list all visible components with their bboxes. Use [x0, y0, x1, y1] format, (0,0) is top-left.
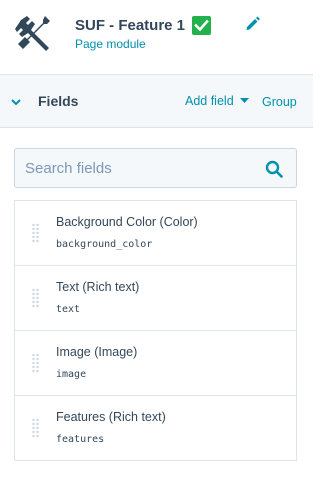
caret-down-icon: [239, 98, 249, 103]
field-label: Background Color (Color): [56, 215, 198, 229]
search-input[interactable]: [15, 149, 255, 187]
field-item-image[interactable]: Image (Image) image: [15, 331, 296, 396]
field-item-features[interactable]: Features (Rich text) features: [15, 396, 296, 461]
drag-handle-icon[interactable]: [32, 223, 39, 245]
field-name: background_color: [56, 239, 153, 250]
add-field-button[interactable]: Add field: [185, 94, 249, 108]
fields-panel-header: Fields Add field Group: [0, 74, 313, 128]
field-list: Background Color (Color) background_colo…: [14, 200, 297, 461]
field-label: Features (Rich text): [56, 410, 166, 424]
module-type-link[interactable]: Page module: [75, 37, 146, 51]
checkmark-icon: [192, 15, 212, 35]
field-item-background-color[interactable]: Background Color (Color) background_colo…: [15, 201, 296, 266]
module-title: SUF - Feature 1: [75, 16, 186, 34]
pencil-icon[interactable]: [244, 15, 261, 32]
field-name: image: [56, 369, 87, 380]
search-field-box: [14, 148, 297, 188]
add-field-label: Add field: [185, 94, 234, 108]
chevron-down-icon[interactable]: [10, 95, 22, 107]
field-name: text: [56, 304, 81, 315]
field-label: Image (Image): [56, 345, 138, 359]
fields-title: Fields: [38, 93, 79, 109]
drag-handle-icon[interactable]: [32, 418, 39, 440]
module-title-row: SUF - Feature 1: [75, 14, 212, 36]
field-label: Text (Rich text): [56, 280, 140, 294]
wrench-screwdriver-icon: [14, 14, 52, 52]
group-button[interactable]: Group: [262, 95, 297, 109]
field-name: features: [56, 434, 105, 445]
drag-handle-icon[interactable]: [32, 353, 39, 375]
field-item-text[interactable]: Text (Rich text) text: [15, 266, 296, 331]
module-header: SUF - Feature 1 Page module: [0, 0, 313, 74]
search-icon[interactable]: [265, 160, 283, 178]
drag-handle-icon[interactable]: [32, 288, 39, 310]
